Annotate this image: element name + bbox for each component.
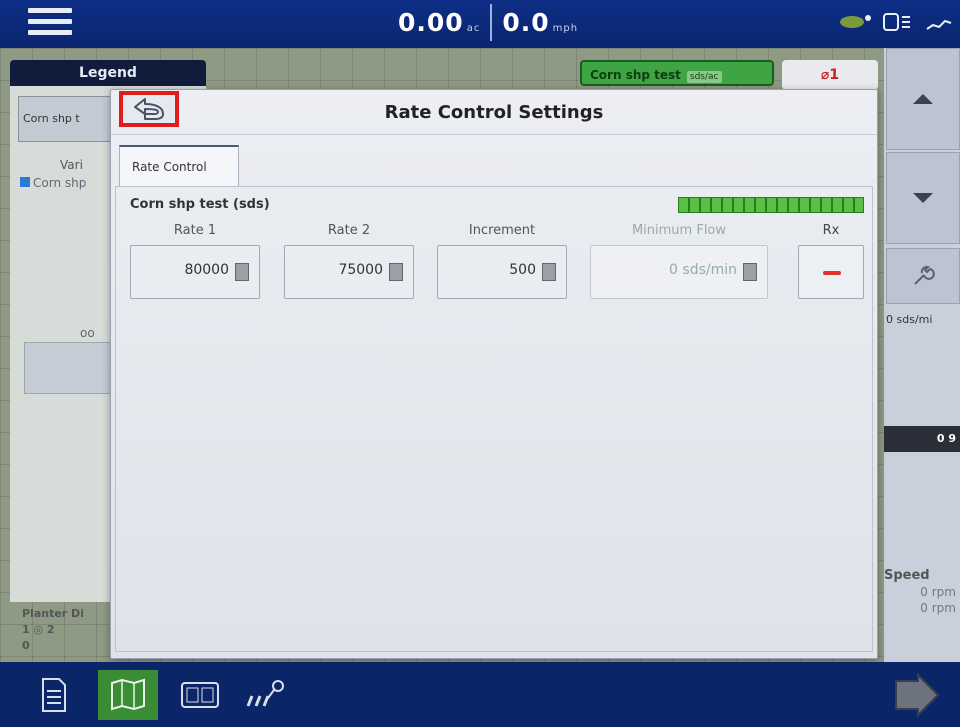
product-badge-label: Corn shp test <box>590 68 681 82</box>
wrench-icon <box>914 265 935 285</box>
minimum-flow-input[interactable]: 0 sds/min <box>590 245 768 299</box>
rate-1-input[interactable]: 80000 <box>130 245 260 299</box>
legend-secondary-button[interactable] <box>24 342 120 394</box>
split-view-button[interactable] <box>176 670 224 720</box>
arrow-right-icon <box>895 673 940 717</box>
arrow-up-icon <box>913 94 933 104</box>
map-view-button[interactable] <box>98 670 158 720</box>
speed-value: 0.0 <box>502 8 550 37</box>
minimum-flow-label: Minimum Flow <box>631 223 727 238</box>
speed-readout: 0.0 mph <box>490 4 588 41</box>
split-view-icon <box>181 682 219 708</box>
speed-label: Speed <box>884 568 930 583</box>
keypad-icon <box>743 263 757 281</box>
legend-swatch <box>20 177 30 187</box>
field-readouts: 0.00 ac 0.0 mph <box>388 4 588 44</box>
area-unit: ac <box>466 23 481 34</box>
rate-1-field[interactable]: Rate 1 80000 <box>130 223 260 299</box>
document-button[interactable] <box>30 670 78 720</box>
seed-rows-icon <box>246 680 284 707</box>
dialog-title: Rate Control Settings <box>384 102 604 123</box>
right-control-column: 0 sds/mi 0 9 Speed 0 rpm 0 rpm <box>884 48 960 662</box>
rate-2-input[interactable]: 75000 <box>284 245 414 299</box>
legend-tab[interactable]: Legend <box>10 60 206 86</box>
right-dark-value: 0 9 <box>884 426 960 452</box>
rate-control-panel: Corn shp test (sds) Rate 1 80000 Rate 2 … <box>115 186 873 652</box>
legend-variety-label: Vari <box>60 158 83 172</box>
next-page-button[interactable] <box>886 670 946 720</box>
speed-panel: Speed 0 rpm 0 rpm <box>884 568 960 616</box>
speed-unit: mph <box>552 23 579 34</box>
product-badge-unit: sds/ac <box>686 71 722 83</box>
legend-item: Corn shp <box>20 176 86 190</box>
legend-item-label: Corn shp <box>33 176 87 190</box>
top-status-bar: 0.00 ac 0.0 mph <box>0 0 960 48</box>
minus-icon <box>823 271 841 275</box>
status-icons <box>838 8 956 36</box>
keypad-icon <box>389 263 403 281</box>
increment-field[interactable]: Increment 500 <box>437 223 567 299</box>
planter-diagnostics: Planter Di 1 ◎ 2 0 <box>22 606 84 654</box>
rate-control-settings-dialog: Rate Control Settings Rate Control Corn … <box>110 89 878 659</box>
bottom-nav-bar <box>0 662 960 727</box>
product-name: Corn shp test (sds) <box>130 197 270 212</box>
right-flow-value: 0 sds/mi <box>886 313 933 326</box>
arrow-down-icon <box>913 193 933 203</box>
increment-label: Increment <box>468 223 536 238</box>
tab-rate-control[interactable]: Rate Control <box>119 145 239 187</box>
planter-label: Planter Di <box>22 607 84 620</box>
speed-rpm-2: 0 rpm <box>920 601 956 615</box>
gps-signal-icon[interactable] <box>922 8 956 36</box>
rate-1-label: Rate 1 <box>173 223 217 238</box>
increment-input[interactable]: 500 <box>437 245 567 299</box>
product-status-meter <box>678 197 864 213</box>
rx-label: Rx <box>822 223 840 238</box>
legend-product-button[interactable]: Corn shp t <box>18 96 116 142</box>
rx-button[interactable] <box>798 245 864 299</box>
device-status-icon[interactable] <box>880 8 914 36</box>
map-icon <box>111 678 145 711</box>
speed-rpm-1: 0 rpm <box>920 585 956 599</box>
document-icon <box>42 678 66 712</box>
keypad-icon <box>235 263 249 281</box>
row-status-button[interactable] <box>240 670 288 720</box>
area-value: 0.00 <box>398 8 464 37</box>
planter-sub: 0 <box>22 639 30 652</box>
arrow-down-button[interactable] <box>886 152 960 244</box>
minimum-flow-field[interactable]: Minimum Flow 0 sds/min <box>590 223 768 299</box>
legend-oo-label: oo <box>80 326 95 340</box>
rate-2-label: Rate 2 <box>327 223 371 238</box>
seed-status-icon[interactable] <box>838 8 872 36</box>
planter-row: 1 ◎ 2 <box>22 623 55 636</box>
arrow-up-button[interactable] <box>886 48 960 150</box>
minimum-flow-value: 0 sds/min <box>669 262 737 278</box>
keypad-icon <box>542 263 556 281</box>
product-badge[interactable]: Corn shp test sds/ac <box>580 60 774 86</box>
rate-2-value: 75000 <box>338 262 383 278</box>
rate-2-field[interactable]: Rate 2 75000 <box>284 223 414 299</box>
increment-value: 500 <box>509 262 536 278</box>
dialog-header: Rate Control Settings <box>111 90 877 135</box>
alarm-badge[interactable]: ⌀1 <box>782 60 878 90</box>
area-readout: 0.00 ac <box>388 4 490 41</box>
wrench-button[interactable] <box>886 248 960 304</box>
hamburger-menu-icon[interactable] <box>28 8 72 40</box>
rate-1-value: 80000 <box>184 262 229 278</box>
